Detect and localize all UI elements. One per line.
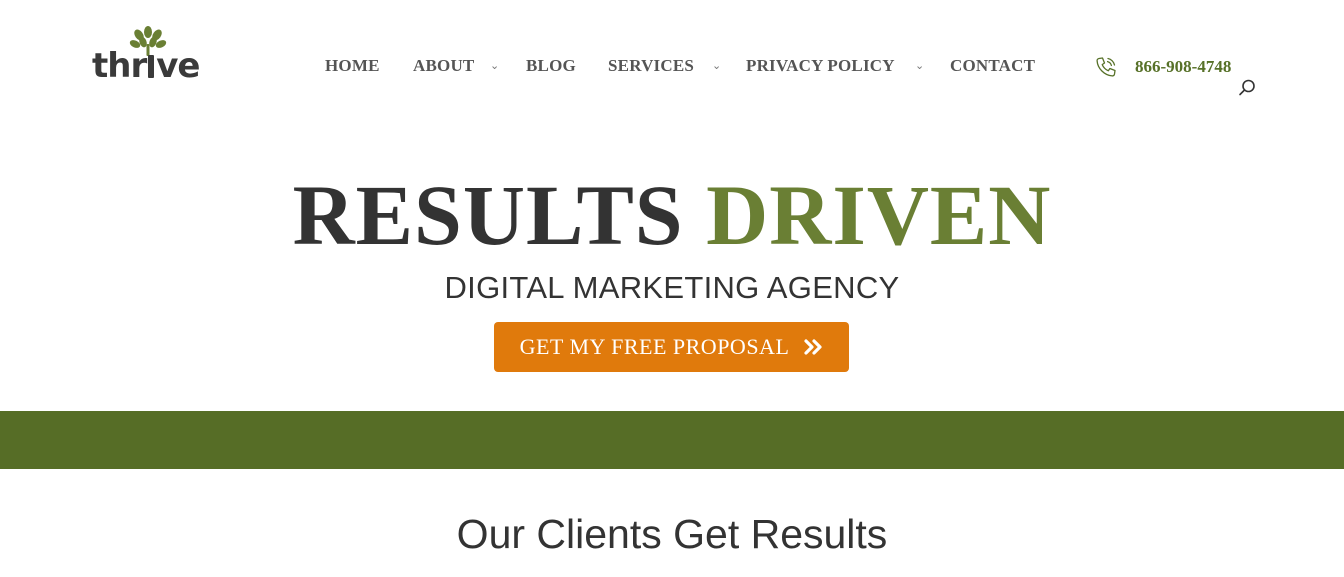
site-header: thr ve HOME ABOUT ⌄ BLOG SERVICES ⌄ PRIVA… [0, 0, 1344, 120]
phone-number[interactable]: 866-908-4748 [1135, 55, 1231, 79]
nav-home[interactable]: HOME [325, 54, 380, 78]
hero-title-word-results: RESULTS [292, 167, 684, 263]
nav-about[interactable]: ABOUT [413, 54, 474, 78]
privacy-policy-chevron-down-icon[interactable]: ⌄ [915, 54, 924, 78]
hero-title-word-driven: DRIVEN [706, 167, 1052, 263]
nav-blog[interactable]: BLOG [526, 54, 576, 78]
search-icon[interactable] [1237, 78, 1257, 98]
logo-i-stem [148, 55, 155, 78]
hero-subtitle: DIGITAL MARKETING AGENCY [444, 270, 900, 305]
hero-title: RESULTS DRIVEN [0, 170, 1344, 260]
nav-services[interactable]: SERVICES [608, 54, 694, 78]
green-divider-band [0, 411, 1344, 469]
nav-contact[interactable]: CONTACT [950, 54, 1035, 78]
thrive-logo[interactable]: thr ve [92, 26, 202, 86]
logo-wordmark: thr ve [92, 46, 200, 86]
section-title: Our Clients Get Results [456, 511, 888, 557]
nav-privacy-policy[interactable]: PRIVACY POLICY [746, 54, 895, 78]
double-chevron-right-icon [804, 339, 822, 355]
phone-icon[interactable] [1094, 55, 1118, 79]
get-free-proposal-button[interactable]: GET MY FREE PROPOSAL [494, 322, 849, 372]
services-chevron-down-icon[interactable]: ⌄ [712, 54, 721, 78]
about-chevron-down-icon[interactable]: ⌄ [490, 54, 499, 78]
cta-label: GET MY FREE PROPOSAL [519, 334, 790, 359]
